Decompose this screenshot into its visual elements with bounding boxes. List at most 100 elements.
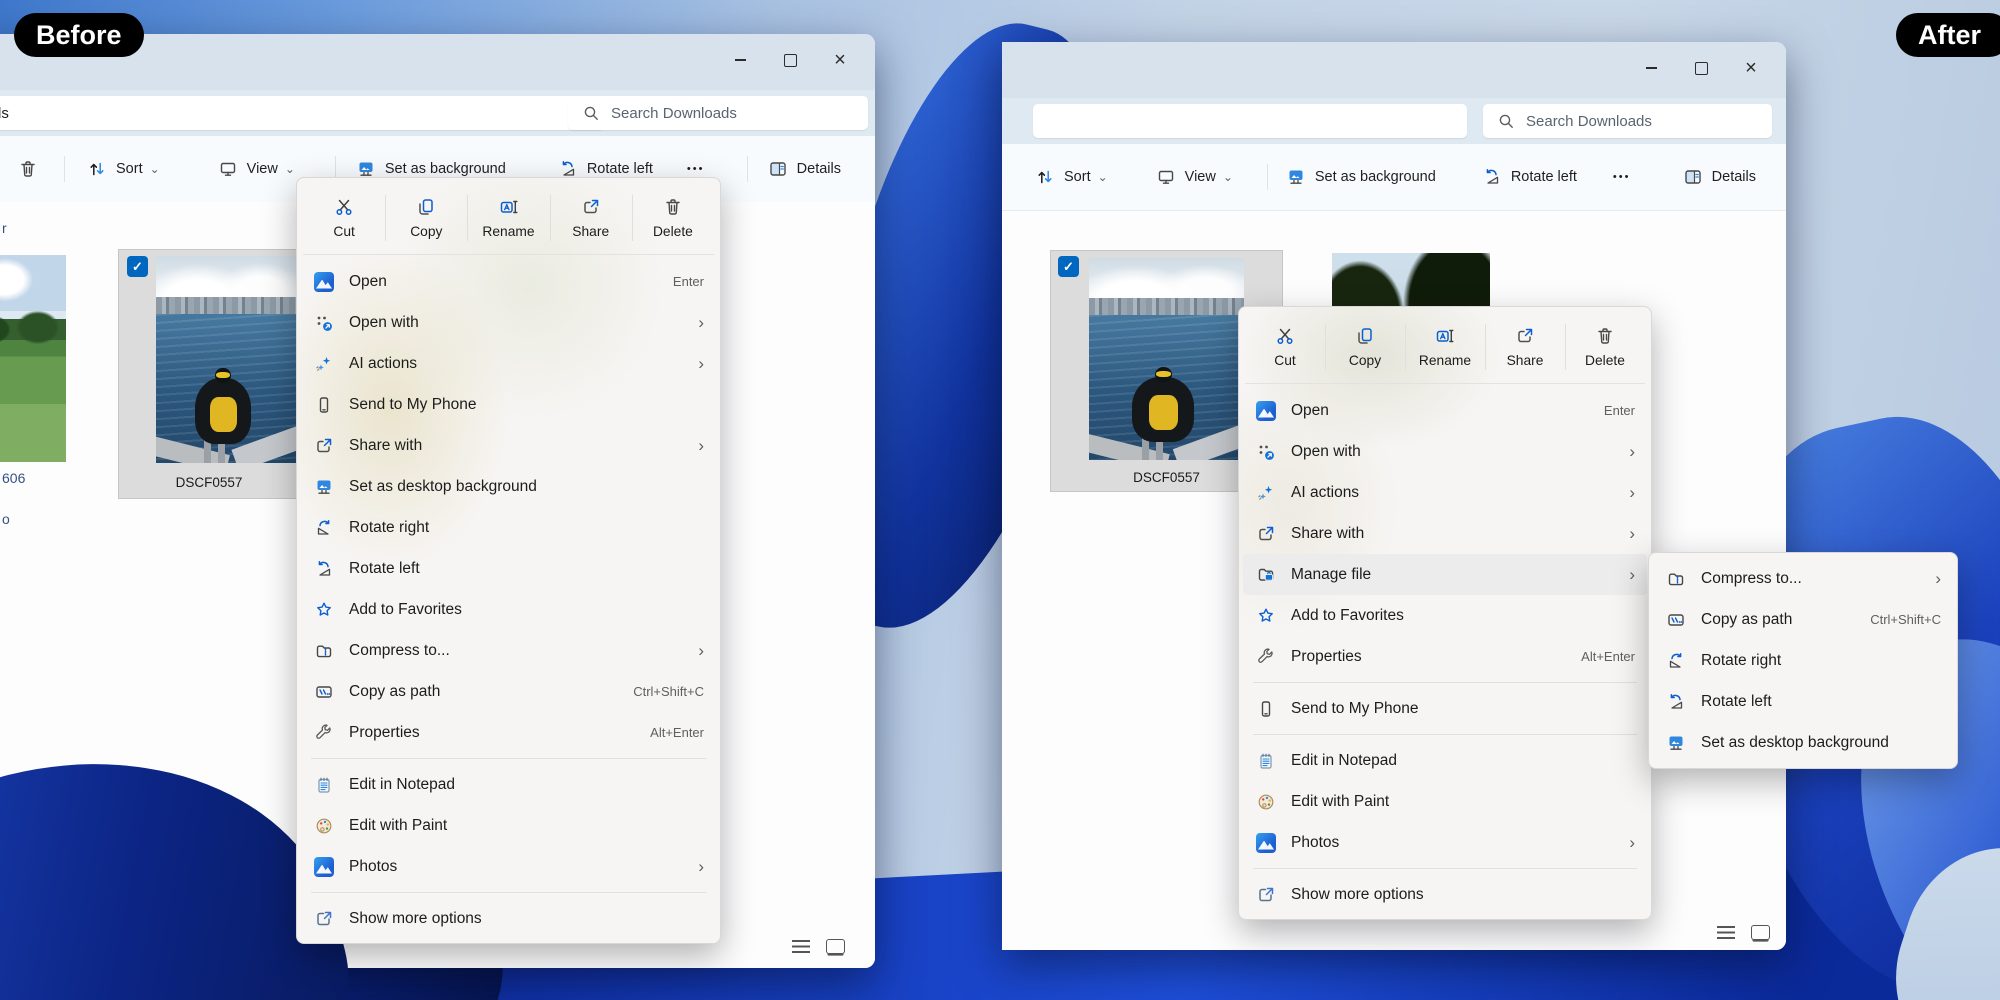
cut-button[interactable]: Cut — [1245, 311, 1325, 383]
delete-button[interactable]: Delete — [1565, 311, 1645, 383]
rotate-left-icon — [558, 159, 578, 179]
menu-item-open-with[interactable]: Open with › — [1243, 431, 1647, 472]
view-button[interactable]: View ⌄ — [218, 159, 295, 179]
menu-item-rotate-left[interactable]: Rotate left — [301, 548, 716, 589]
shortcut-text: Ctrl+Shift+C — [633, 684, 704, 699]
rotate-left-button[interactable]: Rotate left — [558, 159, 653, 179]
search-icon — [581, 103, 601, 123]
details-view-icon[interactable] — [1717, 926, 1735, 939]
zip-folder-icon — [1666, 569, 1686, 589]
rename-button[interactable]: Rename — [467, 182, 549, 254]
menu-item-copy-as-path[interactable]: Copy as path Ctrl+Shift+C — [301, 671, 716, 712]
context-menu-after: Cut Copy Rename Share Delete Open — [1238, 306, 1652, 920]
statusbar — [1717, 925, 1770, 940]
thumbnail-view-icon[interactable] — [826, 939, 845, 954]
phone-icon — [314, 395, 334, 415]
see-more-button[interactable]: ••• — [1613, 171, 1631, 183]
share-button[interactable]: Share — [1485, 311, 1565, 383]
menu-item-show-more-options[interactable]: Show more options — [1243, 874, 1647, 915]
wrench-icon — [314, 723, 334, 743]
menu-item-add-to-favorites[interactable]: Add to Favorites — [1243, 595, 1647, 636]
menu-item-rotate-right[interactable]: Rotate right — [301, 507, 716, 548]
sort-button[interactable]: Sort ⌄ — [87, 159, 160, 179]
menu-item-show-more-options[interactable]: Show more options — [301, 898, 716, 939]
menu-item-send-to-my-phone[interactable]: Send to My Phone — [301, 384, 716, 425]
minimize-button[interactable] — [1626, 52, 1676, 84]
share-icon — [1256, 524, 1276, 544]
menu-item-open-with[interactable]: Open with › — [301, 302, 716, 343]
cut-button[interactable]: Cut — [303, 182, 385, 254]
minimize-button[interactable] — [715, 44, 765, 76]
copy-button[interactable]: Copy — [1325, 311, 1405, 383]
delete-button[interactable]: Delete — [632, 182, 714, 254]
menu-item-ai-actions[interactable]: AI actions › — [301, 343, 716, 384]
menu-item-edit-with-paint[interactable]: Edit with Paint — [1243, 781, 1647, 822]
shortcut-text: Ctrl+Shift+C — [1870, 612, 1941, 627]
search-icon — [1496, 111, 1516, 131]
menu-item-edit-in-notepad[interactable]: Edit in Notepad — [1243, 740, 1647, 781]
trash-icon — [18, 159, 38, 179]
set-as-background-button[interactable]: Set as background — [1286, 167, 1436, 187]
menu-item-set-as-desktop-background[interactable]: Set as desktop background — [1653, 722, 1953, 763]
details-view-icon[interactable] — [792, 940, 810, 953]
set-as-background-button[interactable]: Set as background — [356, 159, 506, 179]
details-button[interactable]: Details — [768, 159, 841, 179]
menu-item-properties[interactable]: Properties Alt+Enter — [1243, 636, 1647, 677]
rename-button[interactable]: Rename — [1405, 311, 1485, 383]
address-input[interactable] — [1033, 104, 1467, 138]
see-more-button[interactable]: ••• — [687, 163, 705, 175]
after-badge: After — [1896, 13, 2000, 57]
details-pane-icon — [768, 159, 788, 179]
context-menu-before: Cut Copy Rename Share Delete Open — [296, 177, 721, 944]
menu-item-open[interactable]: Open Enter — [301, 261, 716, 302]
view-icon — [218, 159, 238, 179]
menu-item-copy-as-path[interactable]: Copy as path Ctrl+Shift+C — [1653, 599, 1953, 640]
photos-app-icon — [314, 857, 334, 877]
menu-item-photos[interactable]: Photos › — [1243, 822, 1647, 863]
details-button[interactable]: Details — [1683, 167, 1756, 187]
selection-checkbox[interactable]: ✓ — [127, 256, 148, 277]
search-input[interactable]: Search Downloads — [1483, 104, 1772, 138]
menu-item-share-with[interactable]: Share with › — [1243, 513, 1647, 554]
menu-item-ai-actions[interactable]: AI actions › — [1243, 472, 1647, 513]
address-input[interactable]: ls — [0, 96, 604, 130]
menu-item-edit-with-paint[interactable]: Edit with Paint — [301, 805, 716, 846]
sort-button[interactable]: Sort ⌄ — [1035, 167, 1108, 187]
menu-item-add-to-favorites[interactable]: Add to Favorites — [301, 589, 716, 630]
chevron-right-icon: › — [1629, 525, 1635, 542]
paint-icon — [1256, 792, 1276, 812]
menu-item-photos[interactable]: Photos › — [301, 846, 716, 887]
trash-icon — [663, 197, 683, 217]
menu-item-edit-in-notepad[interactable]: Edit in Notepad — [301, 764, 716, 805]
menu-item-rotate-right[interactable]: Rotate right — [1653, 640, 1953, 681]
close-button[interactable]: × — [815, 44, 865, 76]
maximize-button[interactable] — [1676, 52, 1726, 84]
launch-icon — [314, 909, 334, 929]
chevron-right-icon: › — [698, 314, 704, 331]
menu-item-set-as-desktop-background[interactable]: Set as desktop background — [301, 466, 716, 507]
menu-item-rotate-left[interactable]: Rotate left — [1653, 681, 1953, 722]
menu-item-manage-file[interactable]: Manage file › — [1243, 554, 1647, 595]
selected-file-tile[interactable]: ✓ DSCF0557 — [118, 249, 300, 499]
manage-file-icon — [1256, 565, 1276, 585]
share-button[interactable]: Share — [550, 182, 632, 254]
rotate-left-button[interactable]: Rotate left — [1482, 167, 1577, 187]
shortcut-text: Enter — [1604, 403, 1635, 418]
maximize-button[interactable] — [765, 44, 815, 76]
copy-button[interactable]: Copy — [385, 182, 467, 254]
file-thumbnail-golf[interactable] — [0, 255, 66, 462]
copy-label: Copy — [1349, 353, 1381, 368]
menu-item-share-with[interactable]: Share with › — [301, 425, 716, 466]
menu-item-open[interactable]: Open Enter — [1243, 390, 1647, 431]
menu-item-send-to-my-phone[interactable]: Send to My Phone — [1243, 688, 1647, 729]
close-button[interactable]: × — [1726, 52, 1776, 84]
delete-button[interactable] — [18, 159, 38, 179]
menu-item-compress-to[interactable]: Compress to... › — [301, 630, 716, 671]
toolbar: Sort ⌄ View ⌄ Set as background Rotate l… — [1002, 144, 1786, 211]
selection-checkbox[interactable]: ✓ — [1058, 256, 1079, 277]
menu-item-properties[interactable]: Properties Alt+Enter — [301, 712, 716, 753]
view-button[interactable]: View ⌄ — [1156, 167, 1233, 187]
menu-item-compress-to[interactable]: Compress to... › — [1653, 558, 1953, 599]
search-input[interactable]: Search Downloads — [568, 96, 868, 130]
thumbnail-view-icon[interactable] — [1751, 925, 1770, 940]
